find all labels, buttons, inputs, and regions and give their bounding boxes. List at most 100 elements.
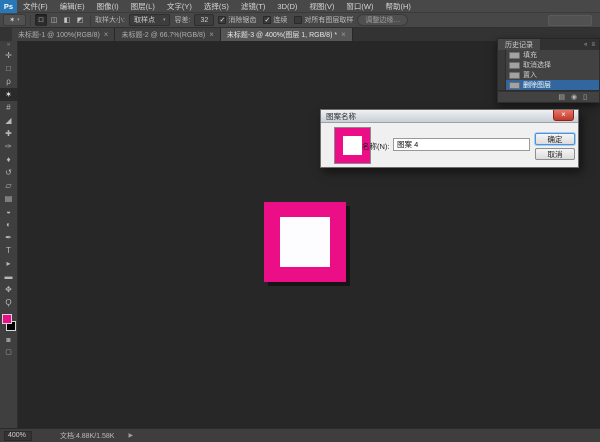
tab-untitled-3[interactable]: 未标题-3 @ 400%(图层 1, RGB/8) * ×: [221, 28, 353, 41]
tool-options-bar: ✶ ▾ □◫◧◩ 取样大小: 取样点 ▾ 容差: ✓ 消除锯齿 ✓ 连续: [0, 13, 600, 28]
brush-tool[interactable]: ✑: [0, 140, 18, 153]
panel-menu-icon[interactable]: ≡: [591, 42, 595, 48]
move-tool[interactable]: ✛: [0, 49, 18, 62]
rectangular-marquee-tool[interactable]: □: [0, 62, 18, 75]
menu-type[interactable]: 文字(Y): [161, 1, 198, 12]
menu-window[interactable]: 窗口(W): [340, 1, 379, 12]
history-item-place[interactable]: 置入: [498, 70, 599, 80]
sample-size-label: 取样大小:: [95, 15, 125, 25]
magic-wand-tool[interactable]: ✶: [0, 88, 18, 101]
pen-tool[interactable]: ✒: [0, 231, 18, 244]
zoom-level-field[interactable]: 400%: [4, 431, 32, 441]
subtract-from-selection-button[interactable]: ◧: [61, 14, 73, 26]
new-snapshot-icon[interactable]: ◉: [571, 93, 577, 101]
tool-icon: ◢: [5, 117, 11, 125]
history-panel: 历史记录 « ≡ 填充 取消选择 置入: [497, 38, 600, 103]
close-icon[interactable]: ×: [209, 31, 214, 39]
workspace-switcher-button[interactable]: [548, 15, 592, 26]
pattern-preview-center: [343, 136, 362, 155]
checkbox-label: 消除锯齿: [228, 15, 256, 25]
menu-edit[interactable]: 编辑(E): [54, 1, 91, 12]
sample-size-dropdown[interactable]: 取样点 ▾: [129, 14, 171, 26]
delete-state-icon[interactable]: ▯: [583, 93, 587, 101]
tab-label: 未标题-1 @ 100%(RGB/8): [18, 30, 100, 40]
foreground-color-swatch[interactable]: [2, 314, 12, 324]
ok-button[interactable]: 确定: [535, 133, 575, 145]
checkbox-box[interactable]: ✓: [263, 16, 271, 24]
pattern-name-input[interactable]: [393, 138, 530, 151]
chevron-down-icon: ▾: [17, 17, 20, 23]
tool-icon: ✶: [5, 91, 12, 99]
blur-tool[interactable]: ◒: [0, 205, 18, 218]
history-item-delete-layer[interactable]: 删除图层: [498, 80, 599, 90]
new-document-from-state-icon[interactable]: ▤: [558, 93, 565, 101]
tool-icon: ✥: [5, 286, 12, 294]
collapse-toolbox-icon[interactable]: »: [0, 41, 17, 49]
eraser-tool[interactable]: ▱: [0, 179, 18, 192]
cancel-button[interactable]: 取消: [535, 148, 575, 160]
crop-tool[interactable]: #: [0, 101, 18, 114]
status-bar: 400% 文档:4.88K/1.58K ▶: [0, 428, 600, 442]
add-to-selection-button[interactable]: ◫: [48, 14, 60, 26]
tool-icon: ▱: [5, 182, 11, 190]
menu-file[interactable]: 文件(F): [17, 1, 54, 12]
intersect-selection-button[interactable]: ◩: [74, 14, 86, 26]
magic-wand-icon: ✶: [9, 16, 15, 24]
close-icon[interactable]: ×: [553, 110, 574, 121]
lasso-tool[interactable]: ρ: [0, 75, 18, 88]
status-options-arrow-icon[interactable]: ▶: [128, 432, 133, 439]
menu-filter[interactable]: 滤镜(T): [235, 1, 272, 12]
path-selection-tool[interactable]: ▸: [0, 257, 18, 270]
history-item-deselect[interactable]: 取消选择: [498, 60, 599, 70]
photoshop-window: Ps 文件(F)编辑(E)图像(I)图层(L)文字(Y)选择(S)滤镜(T)3D…: [0, 0, 600, 442]
close-icon[interactable]: ×: [341, 31, 346, 39]
spot-healing-brush-tool[interactable]: ✚: [0, 127, 18, 140]
clone-stamp-tool[interactable]: ♦: [0, 153, 18, 166]
tool-list: ✛□ ρ ✶ # ◢ ✚✑ ♦ ↺ ▱ ▤◒◐✒T▸▬ ✥ Ϙ: [0, 49, 18, 309]
tab-history[interactable]: 历史记录: [498, 39, 540, 50]
history-source-well[interactable]: [498, 80, 506, 90]
zoom-tool[interactable]: Ϙ: [0, 296, 18, 309]
eyedropper-tool[interactable]: ◢: [0, 114, 18, 127]
tool-icon: ♦: [6, 156, 10, 164]
history-source-well[interactable]: [498, 70, 506, 80]
collapse-panels-icon[interactable]: «: [584, 42, 587, 48]
menu-layer[interactable]: 图层(L): [125, 1, 161, 12]
tab-untitled-2[interactable]: 未标题-2 @ 66.7%(RGB/8) ×: [115, 28, 220, 41]
contiguous-checkbox[interactable]: ✓ 连续: [263, 15, 287, 25]
history-item-fill[interactable]: 填充: [498, 50, 599, 60]
refine-edge-button[interactable]: 调整边缘…: [357, 14, 408, 26]
dodge-tool[interactable]: ◐: [0, 218, 18, 231]
tolerance-input[interactable]: [194, 14, 214, 26]
tool-icon: Ϙ: [5, 299, 11, 307]
menu-3d[interactable]: 3D(D): [271, 2, 303, 11]
sample-all-layers-checkbox[interactable]: 对所有图层取样: [294, 15, 353, 25]
screen-mode-button[interactable]: ▢: [0, 346, 18, 358]
tool-preset-picker[interactable]: ✶ ▾: [3, 14, 26, 26]
tool-icon: ρ: [6, 78, 11, 86]
history-brush-tool[interactable]: ↺: [0, 166, 18, 179]
tab-untitled-1[interactable]: 未标题-1 @ 100%(RGB/8) ×: [12, 28, 115, 41]
history-state-icon: [509, 52, 520, 59]
history-state-icon: [509, 62, 520, 69]
color-swatches: [0, 312, 18, 334]
hand-tool[interactable]: ✥: [0, 283, 18, 296]
rectangle-tool[interactable]: ▬: [0, 270, 18, 283]
document-image[interactable]: [264, 202, 346, 282]
close-icon[interactable]: ×: [104, 31, 109, 39]
history-source-well[interactable]: [498, 50, 506, 60]
checkbox-box[interactable]: [294, 16, 302, 24]
menu-view[interactable]: 视图(V): [303, 1, 340, 12]
screen-mode-icon: ▢: [5, 348, 12, 356]
gradient-tool[interactable]: ▤: [0, 192, 18, 205]
checkbox-box[interactable]: ✓: [218, 16, 226, 24]
menu-select[interactable]: 选择(S): [198, 1, 235, 12]
menu-help[interactable]: 帮助(H): [380, 1, 417, 12]
quick-mask-button[interactable]: ◙: [0, 334, 18, 346]
antialias-checkbox[interactable]: ✓ 消除锯齿: [218, 15, 256, 25]
history-source-well[interactable]: [498, 60, 506, 70]
history-state-label: 删除图层: [523, 80, 551, 90]
new-selection-button[interactable]: □: [35, 14, 47, 26]
menu-image[interactable]: 图像(I): [91, 1, 125, 12]
horizontal-type-tool[interactable]: T: [0, 244, 18, 257]
